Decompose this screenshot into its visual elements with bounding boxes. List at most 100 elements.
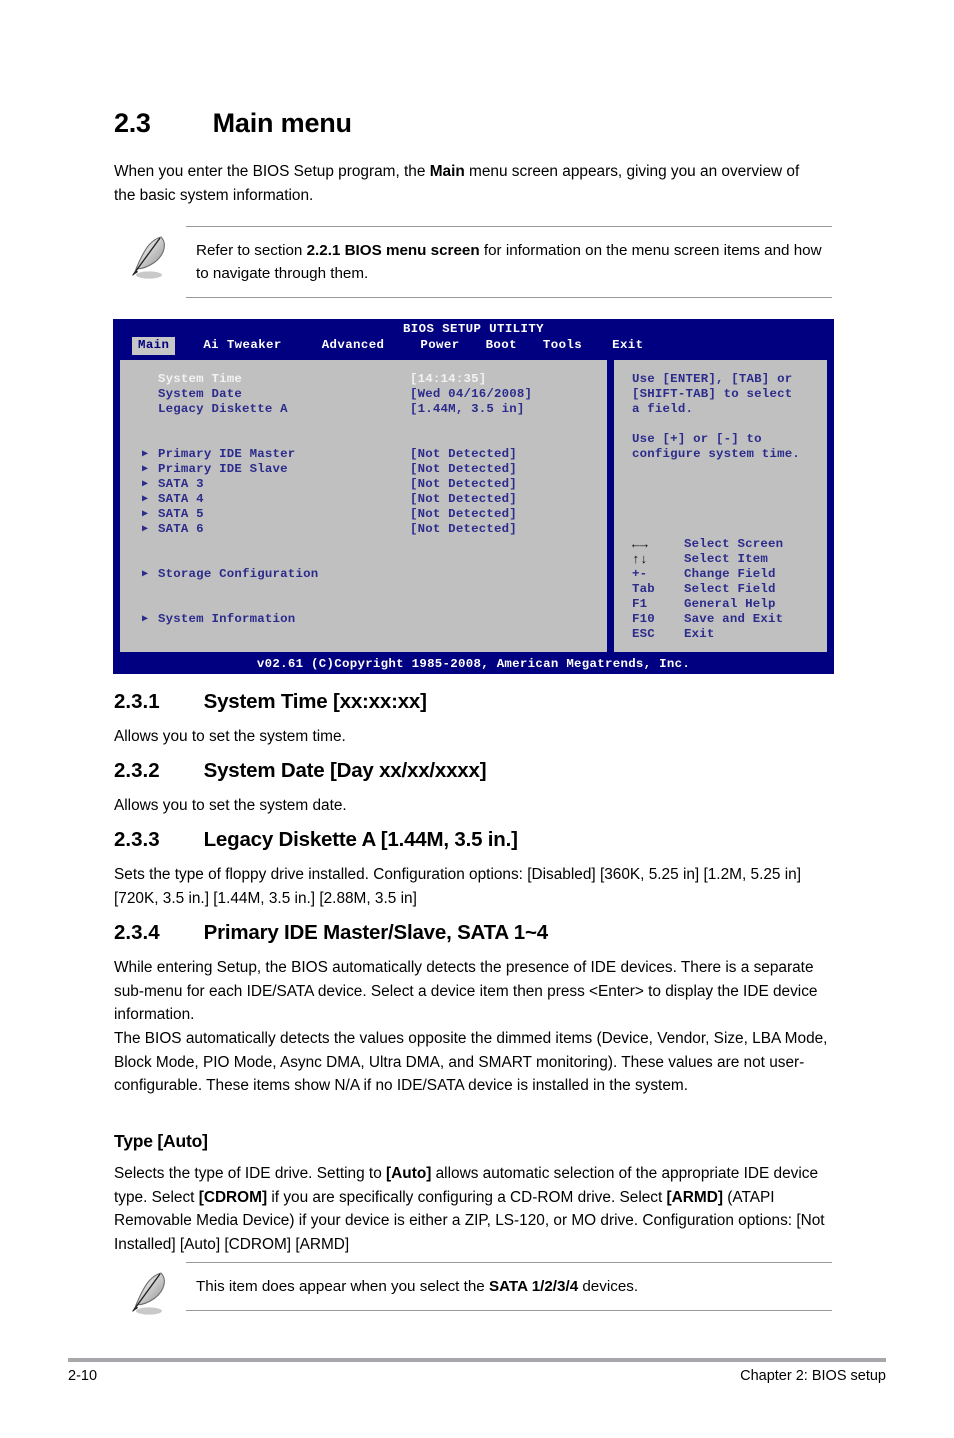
intro-text-a: When you enter the BIOS Setup program, t… xyxy=(114,163,430,180)
key-legend-key: F10 xyxy=(632,612,655,626)
bios-item-value: [Not Detected] xyxy=(410,492,517,506)
key-legend-row: ESC Exit xyxy=(632,627,827,642)
bios-item-storage-configuration[interactable]: ▶ Storage Configuration xyxy=(120,567,607,582)
bios-item-value[interactable]: [Wed 04/16/2008] xyxy=(410,387,532,402)
bios-item-legacy-diskette-a[interactable]: Legacy Diskette A [1.44M, 3.5 in] xyxy=(120,402,607,417)
bios-item-system-date[interactable]: System Date [Wed 04/16/2008] xyxy=(120,387,607,402)
bios-arrow-icon xyxy=(142,372,158,387)
bios-item-label: SATA 3 xyxy=(158,477,204,491)
bios-item-sata-6[interactable]: ▶ SATA 6 [Not Detected] xyxy=(120,522,607,537)
section-number: 2.3 xyxy=(114,108,151,138)
bios-item-label: System Date xyxy=(158,387,242,401)
section-intro: When you enter the BIOS Setup program, t… xyxy=(114,160,814,207)
subsection-number: 2.3.2 xyxy=(114,759,160,782)
tab-tools[interactable]: Tools xyxy=(537,337,588,355)
bios-item-label: Primary IDE Master xyxy=(158,447,296,461)
bios-item-primary-ide-slave[interactable]: ▶ Primary IDE Slave [Not Detected] xyxy=(120,462,607,477)
key-legend-action: Exit xyxy=(684,627,715,641)
tab-power[interactable]: Power xyxy=(414,337,465,355)
bios-menu-bar: Main Ai Tweaker Advanced Power Boot Tools Exit xyxy=(114,337,833,355)
bios-item-value[interactable]: [1.44M, 3.5 in] xyxy=(410,402,525,417)
subsection-title: Legacy Diskette A [1.44M, 3.5 in.] xyxy=(203,828,518,851)
help-paragraph-2: Use [+] or [-] to configure system time. xyxy=(632,432,800,461)
tab-main[interactable]: Main xyxy=(132,337,176,355)
key-legend-key: ESC xyxy=(632,627,655,641)
subsection-body-234-p2: The BIOS automatically detects the value… xyxy=(114,1030,828,1094)
bios-item-label: SATA 5 xyxy=(158,507,204,521)
note-top-bold: 2.2.1 BIOS menu screen xyxy=(306,242,480,259)
key-legend-row: ↑↓ Select Item xyxy=(632,552,827,567)
type-text-1: Selects the type of IDE drive. Setting t… xyxy=(114,1165,387,1182)
subsection-heading-232: 2.3.2 System Date [Day xx/xx/xxxx] xyxy=(114,759,844,783)
document-page: 2.3 Main menu When you enter the BIOS Se… xyxy=(0,0,954,1438)
note-box-top: Refer to section 2.2.1 BIOS menu screen … xyxy=(114,226,832,298)
tab-ai-tweaker[interactable]: Ai Tweaker xyxy=(197,337,287,355)
bios-item-value: [Not Detected] xyxy=(410,522,517,536)
bios-item-sata-3[interactable]: ▶ SATA 3 [Not Detected] xyxy=(120,477,607,492)
submenu-arrow-icon: ▶ xyxy=(142,614,149,625)
tab-boot[interactable]: Boot xyxy=(480,337,523,355)
bios-setup-screenshot: BIOS SETUP UTILITY Main Ai Tweaker Advance… xyxy=(113,319,834,674)
intro-text-bold: Main xyxy=(429,163,465,180)
submenu-arrow-icon: ▶ xyxy=(142,509,149,520)
subsection-heading-234: 2.3.4 Primary IDE Master/Slave, SATA 1~4 xyxy=(114,921,844,945)
key-legend-key: Tab xyxy=(632,582,655,596)
bios-help-panel: Use [ENTER], [TAB] or [SHIFT-TAB] to sel… xyxy=(612,358,829,654)
subsection-title: System Time [xx:xx:xx] xyxy=(203,690,427,713)
bios-item-sata-4[interactable]: ▶ SATA 4 [Not Detected] xyxy=(120,492,607,507)
bios-item-value[interactable]: [14:14:35] xyxy=(410,372,486,387)
bios-key-legend: ←→ Select Screen ↑↓ Select Item +- Chang… xyxy=(614,537,827,642)
subsection-heading-233: 2.3.3 Legacy Diskette A [1.44M, 3.5 in.] xyxy=(114,828,844,852)
bios-item-label: Legacy Diskette A xyxy=(158,402,288,416)
bios-item-label: Primary IDE Slave xyxy=(158,462,288,476)
key-legend-action: Select Item xyxy=(684,552,768,566)
up-down-arrow-icon: ↑↓ xyxy=(632,552,649,567)
footer-divider xyxy=(68,1358,886,1362)
bios-item-primary-ide-master[interactable]: ▶ Primary IDE Master [Not Detected] xyxy=(120,447,607,462)
footer-chapter-label: Chapter 2: BIOS setup xyxy=(740,1368,886,1384)
key-legend-action: General Help xyxy=(684,597,776,611)
subsection-title: Primary IDE Master/Slave, SATA 1~4 xyxy=(203,921,549,944)
tab-exit[interactable]: Exit xyxy=(606,337,649,355)
subsection-number: 2.3.3 xyxy=(114,828,160,851)
bios-item-system-time[interactable]: System Time [14:14:35] xyxy=(120,372,607,387)
key-legend-key: F1 xyxy=(632,597,648,611)
bios-arrow-icon xyxy=(142,402,158,417)
key-legend-row: F1 General Help xyxy=(632,597,827,612)
bios-item-label: System Time xyxy=(158,372,242,386)
key-legend-row: F10 Save and Exit xyxy=(632,612,827,627)
note-top-a: Refer to section xyxy=(196,242,307,259)
bios-content: System Time [14:14:35] System Date [Wed … xyxy=(114,355,833,656)
note-bottom-bold: SATA 1/2/3/4 xyxy=(488,1278,579,1295)
key-legend-action: Change Field xyxy=(684,567,776,581)
submenu-arrow-icon: ▶ xyxy=(142,449,149,460)
quill-pen-icon xyxy=(114,1262,186,1318)
bios-item-value: [Not Detected] xyxy=(410,507,517,521)
key-legend-action: Select Field xyxy=(684,582,776,596)
submenu-arrow-icon: ▶ xyxy=(142,569,149,580)
note-text-top: Refer to section 2.2.1 BIOS menu screen … xyxy=(186,226,832,298)
left-right-arrow-icon: ←→ xyxy=(632,537,649,552)
type-bold-armd: [ARMD] xyxy=(666,1188,723,1206)
tab-advanced[interactable]: Advanced xyxy=(316,337,391,355)
bios-item-sata-5[interactable]: ▶ SATA 5 [Not Detected] xyxy=(120,507,607,522)
key-legend-row: ←→ Select Screen xyxy=(632,537,827,552)
subsection-body-234-p1: While entering Setup, the BIOS automatic… xyxy=(114,959,818,1023)
bios-item-label: SATA 4 xyxy=(158,492,204,506)
type-bold-auto: [Auto] xyxy=(386,1165,432,1182)
bios-main-panel: System Time [14:14:35] System Date [Wed … xyxy=(118,358,609,654)
subsection-number: 2.3.4 xyxy=(114,921,160,944)
bios-item-system-information[interactable]: ▶ System Information xyxy=(120,612,607,627)
key-legend-row: +- Change Field xyxy=(632,567,827,582)
type-bold-cdrom: [CDROM] xyxy=(198,1188,268,1206)
quill-pen-icon xyxy=(114,226,186,282)
note-bottom-c: devices. xyxy=(578,1278,639,1295)
note-bottom-a: This item does appear when you select th… xyxy=(196,1278,489,1295)
